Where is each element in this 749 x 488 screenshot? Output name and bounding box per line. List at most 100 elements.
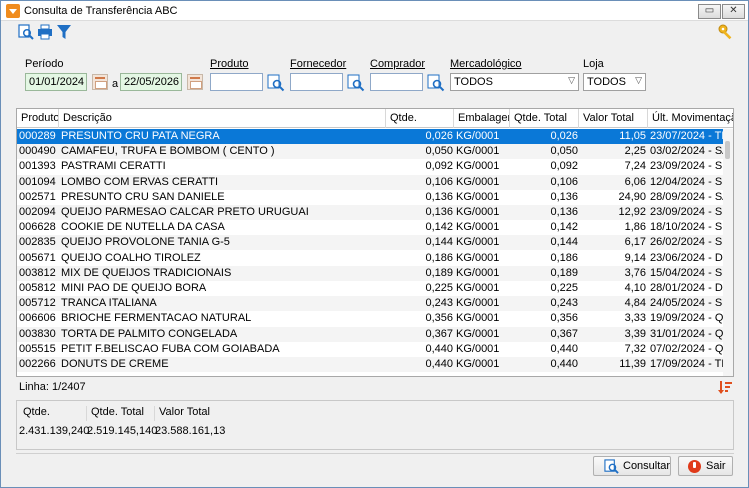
cell-qtde-total: 0,189 <box>550 266 578 279</box>
sair-button[interactable]: Sair <box>678 456 733 476</box>
chevron-down-icon: ▽ <box>635 75 642 85</box>
cell-embalagem: KG/0001 <box>456 160 500 173</box>
fornecedor-search-icon[interactable] <box>347 74 365 92</box>
total-qtde-total-label: Qtde. Total <box>87 406 155 421</box>
table-row[interactable]: 000490 CAMAFEU, TRUFA E BOMBOM ( CENTO ) 0… <box>17 144 724 160</box>
cell-valor-total: 24,90 <box>618 190 646 203</box>
cell-produto: 005515 <box>19 342 56 355</box>
cell-valor-total: 11,39 <box>619 358 646 370</box>
cell-valor-total: 6,17 <box>624 236 646 249</box>
cell-embalagem: KG/0001 <box>456 358 500 370</box>
column-header-produto[interactable]: Produto <box>17 109 59 128</box>
table-row[interactable]: 002571 PRESUNTO CRU SAN DANIELE 0,136 KG/00… <box>17 190 724 205</box>
table-row[interactable]: 000289 PRESUNTO CRU PATA NEGRA 0,026 KG/000… <box>17 129 724 144</box>
print-icon[interactable] <box>37 24 53 40</box>
loja-select[interactable]: TODOS ▽ <box>583 73 646 91</box>
fornecedor-input[interactable] <box>290 73 343 91</box>
table-row[interactable]: 002835 QUEIJO PROVOLONE TANIA G-5 0,144 KG/… <box>17 235 724 251</box>
cell-valor-total: 12,92 <box>618 206 646 218</box>
column-header-valor-total[interactable]: Valor Total <box>579 109 648 128</box>
column-header-qtde-total[interactable]: Qtde. Total <box>510 109 579 128</box>
cell-descricao: QUEIJO PARMESAO CALCAR PRETO URUGUAI <box>61 206 309 218</box>
calendar-to-icon[interactable] <box>187 74 203 90</box>
search-document-icon[interactable] <box>18 24 34 40</box>
consultar-label: Consultar <box>623 460 671 472</box>
key-icon[interactable] <box>717 23 735 41</box>
produto-input[interactable] <box>210 73 263 91</box>
cell-valor-total: 7,32 <box>624 342 646 355</box>
cell-qtde-total: 0,144 <box>550 236 578 249</box>
cell-qtde: 0,356 <box>425 312 453 325</box>
table-row[interactable]: 005671 QUEIJO COALHO TIROLEZ 0,186 KG/0001 0… <box>17 251 724 266</box>
filter-icon[interactable] <box>56 24 72 40</box>
cell-qtde: 0,367 <box>425 327 453 340</box>
close-button[interactable]: ✕ <box>722 4 745 19</box>
table-row[interactable]: 002094 QUEIJO PARMESAO CALCAR PRETO URUGU… <box>17 205 724 220</box>
table-row[interactable]: 001393 PASTRAMI CERATTI 0,092 KG/0001 0,092 7… <box>17 159 724 174</box>
cell-descricao: PRESUNTO CRU PATA NEGRA <box>61 130 220 142</box>
date-from-field[interactable]: 01/01/2024 <box>25 73 87 91</box>
table-row[interactable]: 005812 MINI PAO DE QUEIJO BORA 0,225 KG/000… <box>17 281 724 296</box>
cell-descricao: COOKIE DE NUTELLA DA CASA <box>61 221 225 234</box>
total-valor-total-label: Valor Total <box>159 406 210 418</box>
cell-qtde-total: 0,440 <box>550 342 578 355</box>
cell-qtde: 0,106 <box>425 175 453 188</box>
cell-descricao: CAMAFEU, TRUFA E BOMBOM ( CENTO ) <box>61 145 275 158</box>
cell-qtde: 0,225 <box>425 282 453 294</box>
vertical-scrollbar[interactable] <box>723 129 733 376</box>
total-qtde-label: Qtde. <box>19 406 87 421</box>
produto-search-icon[interactable] <box>267 74 285 92</box>
column-header-qtde[interactable]: Qtde. <box>386 109 454 128</box>
results-grid[interactable]: Produto Descrição Qtde. Embalagem Qtde. … <box>16 108 734 377</box>
comprador-input[interactable] <box>370 73 423 91</box>
app-menu-icon[interactable] <box>6 4 20 18</box>
calendar-from-icon[interactable] <box>92 74 108 90</box>
cell-produto: 001094 <box>19 175 56 188</box>
table-row[interactable]: 003830 TORTA DE PALMITO CONGELADA 0,367 KG/… <box>17 326 724 342</box>
cell-descricao: MINI PAO DE QUEIJO BORA <box>61 282 207 294</box>
loja-label: Loja <box>583 58 604 70</box>
minimize-button[interactable]: ▭ <box>698 4 721 19</box>
exit-icon <box>688 460 701 473</box>
date-to-field[interactable]: 22/05/2026 <box>120 73 182 91</box>
cell-qtde-total: 0,136 <box>550 190 578 203</box>
column-header-ult-movimentacao[interactable]: Últ. Movimentação <box>648 109 733 128</box>
footer-divider <box>16 453 734 454</box>
table-row[interactable]: 003812 MIX DE QUEIJOS TRADICIONAIS 0,189 KG… <box>17 265 724 281</box>
cell-produto: 005812 <box>19 282 56 294</box>
consultar-button[interactable]: Consultar <box>593 456 671 476</box>
table-row[interactable]: 006606 BRIOCHE FERMENTACAO NATURAL 0,356 KG… <box>17 311 724 326</box>
cell-valor-total: 7,24 <box>624 160 646 173</box>
cell-qtde-total: 0,092 <box>550 160 578 173</box>
scrollbar-thumb[interactable] <box>725 141 730 159</box>
column-header-descricao[interactable]: Descrição <box>59 109 386 128</box>
table-row[interactable]: 001094 LOMBO COM ERVAS CERATTI 0,106 KG/000… <box>17 174 724 190</box>
cell-ult-movimentacao: 31/01/2024 - QUA <box>650 327 724 340</box>
grid-header: Produto Descrição Qtde. Embalagem Qtde. … <box>17 109 733 128</box>
fornecedor-label: Fornecedor <box>290 58 347 70</box>
sort-descending-icon[interactable] <box>717 379 733 395</box>
table-row[interactable]: 005515 PETIT F.BELISCAO FUBA COM GOIABADA… <box>17 342 724 357</box>
mercadologico-select[interactable]: TODOS ▽ <box>450 73 579 91</box>
mercadologico-value: TODOS <box>454 76 493 88</box>
line-counter: Linha: 1/2407 <box>19 381 86 393</box>
column-header-embalagem[interactable]: Embalagem <box>454 109 510 128</box>
cell-produto: 005712 <box>19 297 56 310</box>
cell-descricao: TORTA DE PALMITO CONGELADA <box>61 327 238 340</box>
cell-ult-movimentacao: 17/09/2024 - TER <box>650 358 724 370</box>
cell-embalagem: KG/0001 <box>456 175 500 188</box>
cell-descricao: QUEIJO COALHO TIROLEZ <box>61 251 201 264</box>
status-bar: Linha: 1/2407 <box>16 379 734 395</box>
cell-qtde: 0,243 <box>425 297 453 310</box>
cell-produto: 002266 <box>19 358 56 370</box>
cell-produto: 003830 <box>19 327 56 340</box>
comprador-search-icon[interactable] <box>427 74 445 92</box>
produto-label: Produto <box>210 58 249 70</box>
cell-qtde-total: 0,186 <box>550 251 578 264</box>
cell-descricao: LOMBO COM ERVAS CERATTI <box>61 175 219 188</box>
cell-ult-movimentacao: 24/05/2024 - SEX <box>650 297 724 310</box>
table-row[interactable]: 006628 COOKIE DE NUTELLA DA CASA 0,142 KG/0… <box>17 220 724 235</box>
table-row[interactable]: 002266 DONUTS DE CREME 0,440 KG/0001 0,440 11… <box>17 357 724 372</box>
cell-ult-movimentacao: 26/02/2024 - SEG <box>650 236 724 249</box>
table-row[interactable]: 005712 TRANCA ITALIANA 0,243 KG/0001 0,243 4,… <box>17 296 724 312</box>
